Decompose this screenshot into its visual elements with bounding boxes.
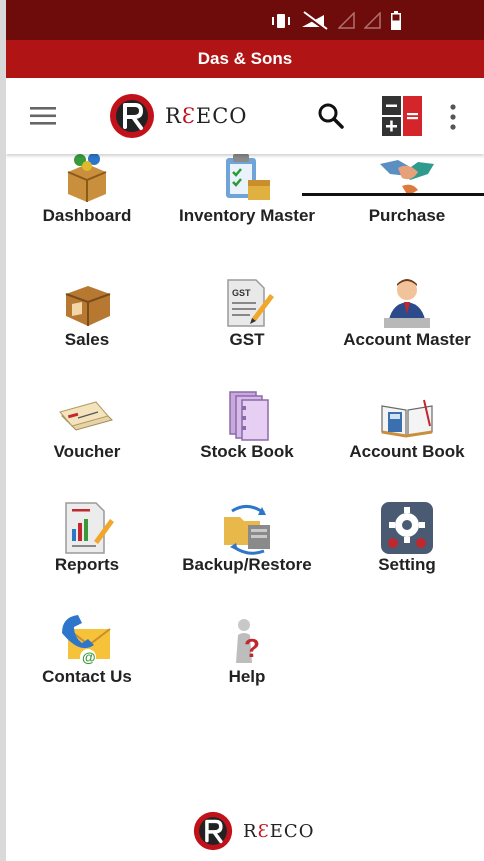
tile-dashboard[interactable]: Dashboard <box>7 142 167 242</box>
tile-reports[interactable]: Reports <box>7 491 167 591</box>
brand-logo: RƐECO <box>109 93 248 139</box>
footer-brand-logo: RƐECO <box>193 811 314 851</box>
accountant-person-icon <box>384 279 430 328</box>
app-title-bar: Das & Sons <box>6 40 484 78</box>
account-book-calculator-icon <box>381 399 433 438</box>
help-person-icon: ? <box>236 619 260 663</box>
contact-phone-mail-icon: @ <box>62 615 111 665</box>
tile-account-master[interactable]: Account Master <box>327 266 484 366</box>
no-signal-2-icon <box>364 12 381 29</box>
tile-label: Account Master <box>343 330 471 349</box>
tile-stock-book[interactable]: Stock Book <box>167 378 327 478</box>
calculator-icon[interactable] <box>381 95 423 137</box>
tile-account-book[interactable]: Account Book <box>327 378 484 478</box>
inventory-clipboard-icon <box>226 154 270 200</box>
tile-label: Dashboard <box>42 206 132 225</box>
menu-grid: Dashboard Inventory Master Purchase Sale… <box>6 153 484 714</box>
handshake-icon <box>380 160 434 196</box>
battery-icon <box>391 11 401 30</box>
svg-text:?: ? <box>244 633 260 663</box>
status-bar <box>6 0 484 40</box>
tile-backup-restore[interactable]: Backup/Restore <box>167 491 327 591</box>
toolbar: RƐECO <box>6 78 484 154</box>
tile-inventory-master[interactable]: Inventory Master <box>167 142 327 242</box>
tile-purchase[interactable]: Purchase <box>327 142 484 242</box>
stock-book-binder-icon <box>229 391 269 441</box>
tile-label: Contact Us <box>42 667 132 686</box>
reco-logo-icon <box>110 94 154 138</box>
tile-label: Sales <box>64 330 110 349</box>
tile-label: Backup/Restore <box>182 555 312 574</box>
tile-label: GST <box>229 330 265 349</box>
settings-gear-icon <box>381 502 433 554</box>
tile-gst[interactable]: GST GST <box>167 266 327 366</box>
footer-brand-name: RƐECO <box>243 820 315 842</box>
gst-document-icon: GST <box>227 279 274 327</box>
brand-name: RƐECO <box>165 104 248 128</box>
more-vert-icon[interactable] <box>446 102 460 132</box>
tile-label: Purchase <box>368 206 446 225</box>
tile-label: Reports <box>54 555 120 574</box>
search-icon[interactable] <box>317 102 345 130</box>
backup-restore-icon <box>224 505 270 555</box>
svg-text:GST: GST <box>232 288 251 298</box>
report-chart-icon <box>65 502 114 554</box>
signal-off-icon <box>301 11 329 31</box>
hamburger-menu-icon[interactable] <box>28 104 58 128</box>
app-screen: Das & Sons RƐECO Dashboard Inventory Mas… <box>6 0 484 861</box>
tile-label: Setting <box>378 555 436 574</box>
tile-label: Inventory Master <box>178 206 316 225</box>
tile-label: Stock Book <box>200 442 294 461</box>
reco-logo-icon <box>193 811 233 851</box>
tile-setting[interactable]: Setting <box>327 491 484 591</box>
tile-label: Voucher <box>53 442 121 461</box>
tile-contact-us[interactable]: @ Contact Us <box>7 603 167 703</box>
tile-voucher[interactable]: Voucher <box>7 378 167 478</box>
dashboard-box-icon <box>67 153 107 202</box>
svg-text:@: @ <box>82 649 96 665</box>
tile-label: Help <box>228 667 266 686</box>
app-title: Das & Sons <box>197 49 293 68</box>
voucher-cheque-icon <box>59 401 113 431</box>
tile-label: Account Book <box>349 442 465 461</box>
tile-help[interactable]: ? Help <box>167 603 327 703</box>
vibrate-icon <box>272 14 290 28</box>
no-signal-icon <box>338 12 355 29</box>
sales-box-icon <box>65 286 111 326</box>
tab-indicator <box>302 193 484 196</box>
tile-sales[interactable]: Sales <box>7 266 167 366</box>
